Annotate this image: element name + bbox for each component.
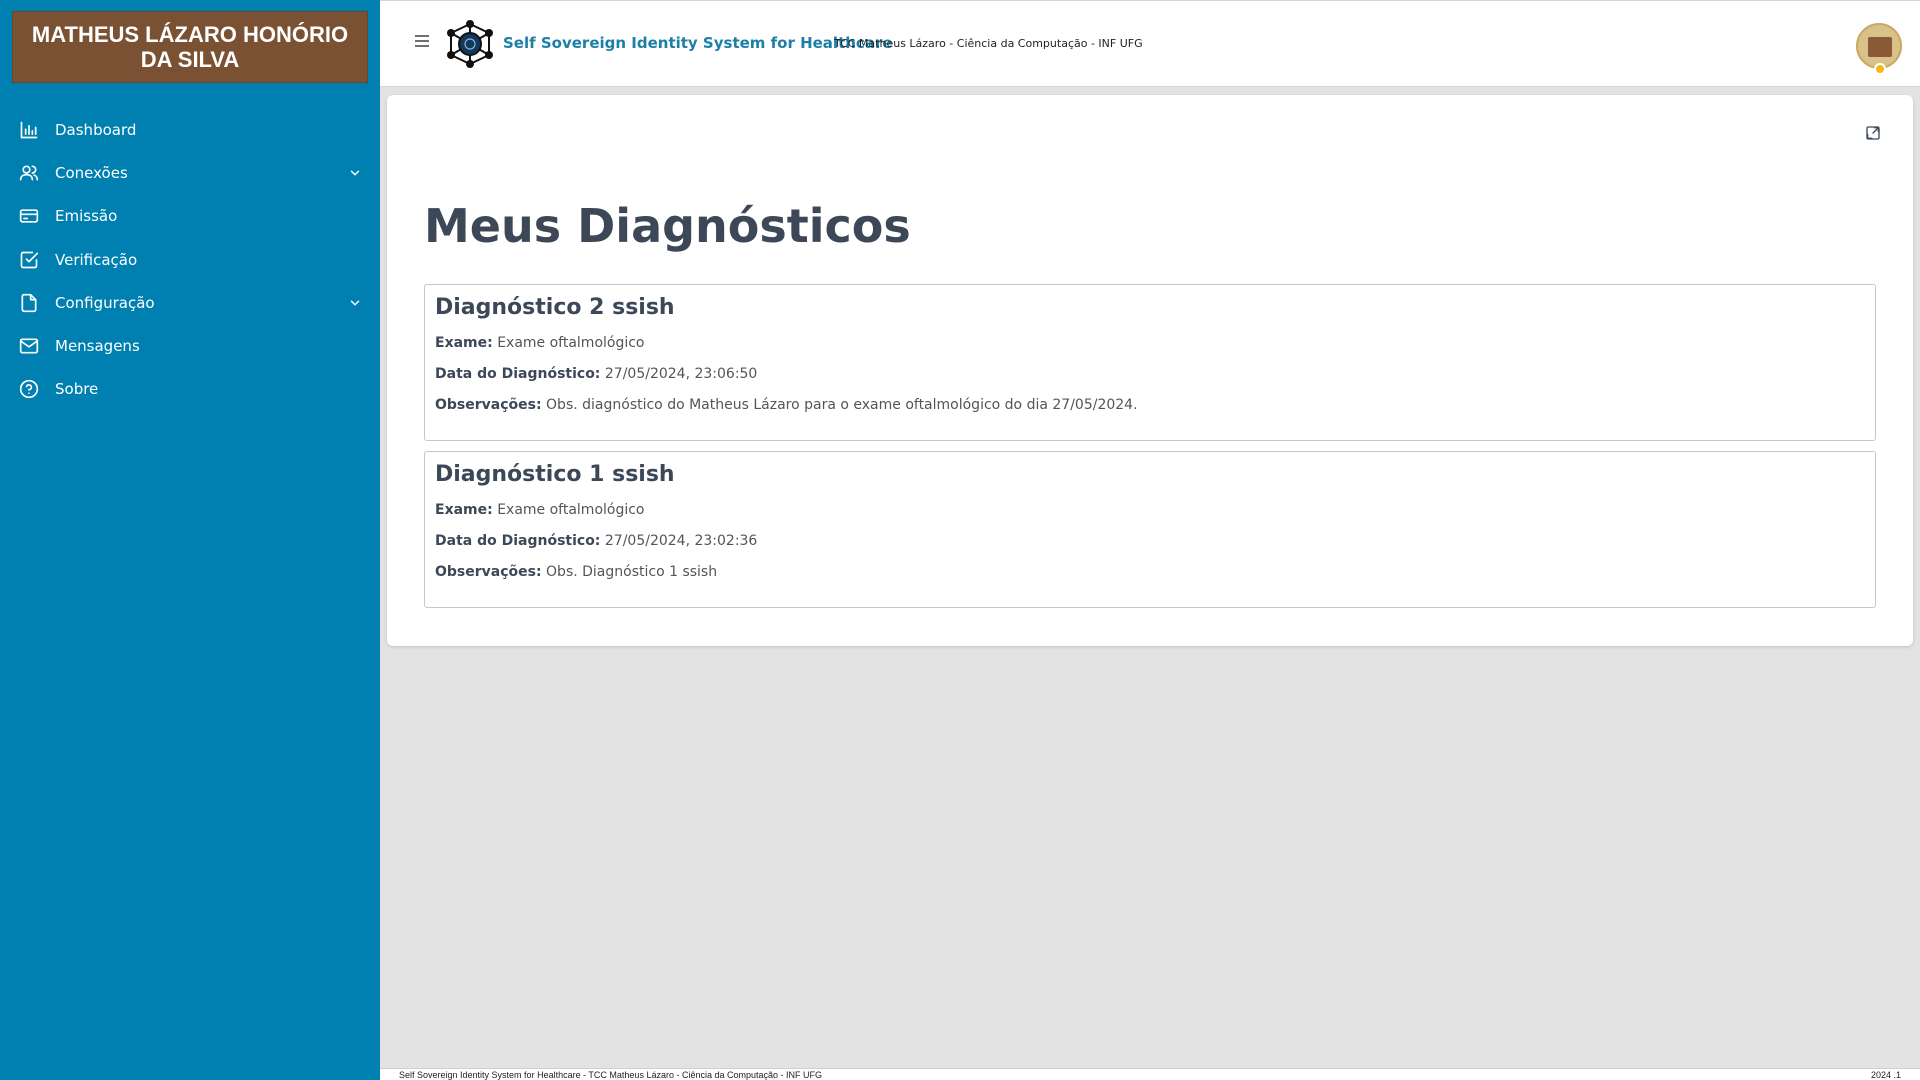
sidebar-item-label: Emissão — [55, 207, 118, 226]
top-bar: Self Sovereign Identity System for Healt… — [380, 0, 1920, 87]
menu-toggle-icon[interactable] — [415, 35, 429, 47]
field-value: Obs. Diagnóstico 1 ssish — [546, 564, 718, 580]
diagnostic-card: Diagnóstico 1 ssish Exame: Exame oftalmo… — [424, 451, 1876, 608]
users-icon — [18, 162, 40, 184]
diagnostic-observations: Observações: Obs. Diagnóstico 1 ssish — [435, 564, 1865, 581]
sidebar-item-label: Verificação — [55, 250, 138, 269]
diagnostic-date: Data do Diagnóstico: 27/05/2024, 23:06:5… — [435, 366, 1865, 383]
sidebar-item-configuracao[interactable]: Configuração — [0, 281, 380, 324]
help-circle-icon — [18, 378, 40, 400]
sidebar-item-label: Configuração — [55, 293, 155, 312]
main-card: Meus Diagnósticos Diagnóstico 2 ssish Ex… — [387, 95, 1913, 646]
avatar[interactable] — [1856, 23, 1902, 75]
diagnostic-title: Diagnóstico 1 ssish — [435, 462, 675, 487]
diagnostic-title: Diagnóstico 2 ssish — [435, 295, 675, 320]
chevron-down-icon — [348, 296, 362, 310]
sidebar-item-mensagens[interactable]: Mensagens — [0, 324, 380, 367]
page-title: Meus Diagnósticos — [424, 199, 911, 253]
sidebar-item-dashboard[interactable]: Dashboard — [0, 108, 380, 151]
user-name-banner: MATHEUS LÁZARO HONÓRIO DA SILVA — [12, 11, 368, 83]
user-name: MATHEUS LÁZARO HONÓRIO DA SILVA — [31, 22, 349, 72]
sidebar-item-label: Dashboard — [55, 120, 137, 139]
field-label: Data do Diagnóstico: — [435, 533, 601, 549]
diagnostic-card: Diagnóstico 2 ssish Exame: Exame oftalmo… — [424, 284, 1876, 441]
field-label: Observações: — [435, 564, 542, 580]
sidebar: MATHEUS LÁZARO HONÓRIO DA SILVA Dashboar… — [0, 0, 380, 1080]
field-value: Exame oftalmológico — [497, 335, 645, 351]
field-value: 27/05/2024, 23:02:36 — [604, 533, 758, 549]
credit-card-icon — [18, 205, 40, 227]
sidebar-item-label: Conexões — [55, 163, 128, 182]
sidebar-nav: Dashboard Conexões Emissão Verificação C… — [0, 108, 380, 411]
bar-chart-icon — [18, 119, 40, 141]
field-label: Observações: — [435, 397, 542, 413]
app-subtitle: TCC Matheus Lázaro - Ciência da Computaç… — [834, 37, 1143, 50]
sidebar-item-sobre[interactable]: Sobre — [0, 368, 380, 411]
sidebar-item-emissao[interactable]: Emissão — [0, 195, 380, 238]
sidebar-item-verificacao[interactable]: Verificação — [0, 238, 380, 281]
field-value: 27/05/2024, 23:06:50 — [604, 366, 758, 382]
field-value: Obs. diagnóstico do Matheus Lázaro para … — [546, 397, 1138, 413]
sidebar-item-conexoes[interactable]: Conexões — [0, 151, 380, 194]
field-value: Exame oftalmológico — [497, 502, 645, 518]
app-logo-icon — [445, 19, 495, 69]
footer-text: Self Sovereign Identity System for Healt… — [399, 1070, 823, 1080]
diagnostic-date: Data do Diagnóstico: 27/05/2024, 23:02:3… — [435, 533, 1865, 550]
file-icon — [18, 292, 40, 314]
field-label: Exame: — [435, 502, 493, 518]
field-label: Data do Diagnóstico: — [435, 366, 601, 382]
sidebar-item-label: Mensagens — [55, 337, 140, 356]
field-label: Exame: — [435, 335, 493, 351]
expand-icon[interactable] — [1865, 125, 1883, 143]
diagnostic-observations: Observações: Obs. diagnóstico do Matheus… — [435, 397, 1865, 414]
mail-icon — [18, 335, 40, 357]
wallet-icon — [1868, 37, 1892, 57]
sidebar-item-label: Sobre — [55, 380, 99, 399]
footer: Self Sovereign Identity System for Healt… — [380, 1068, 1920, 1080]
status-badge — [1874, 63, 1886, 75]
footer-version: 2024 .1 — [1870, 1070, 1901, 1080]
chevron-down-icon — [348, 166, 362, 180]
diagnostic-exam: Exame: Exame oftalmológico — [435, 335, 1865, 352]
check-square-icon — [18, 249, 40, 271]
diagnostic-exam: Exame: Exame oftalmológico — [435, 502, 1865, 519]
